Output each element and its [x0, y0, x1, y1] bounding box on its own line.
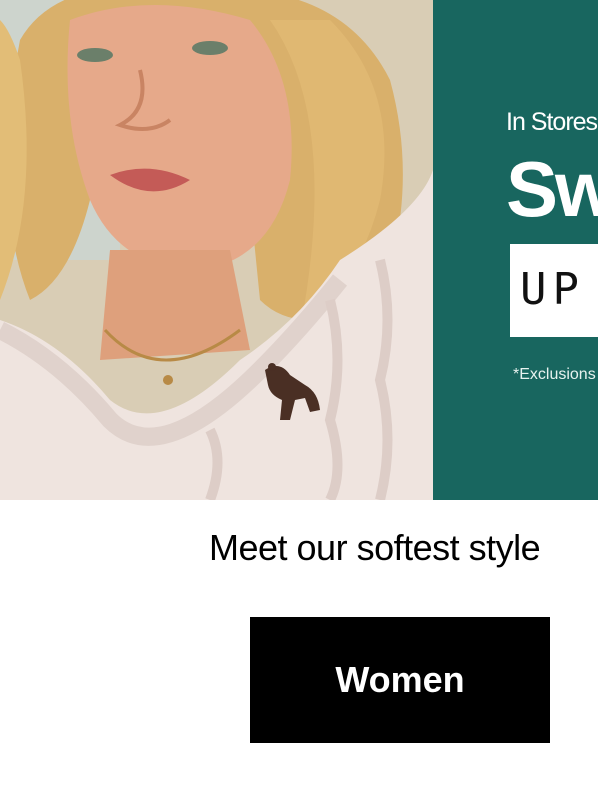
shop-women-button[interactable]: Women — [250, 617, 550, 743]
promo-fine-print: *Exclusions — [513, 366, 596, 383]
promo-offer-text: UP — [520, 264, 585, 315]
promo-offer-box: UP — [510, 244, 598, 337]
hero-photo — [0, 0, 433, 500]
model-illustration — [0, 0, 433, 500]
hero-banner[interactable]: In Stores Sw UP *Exclusions — [0, 0, 598, 500]
promo-eyebrow: In Stores — [506, 108, 598, 136]
section-tagline: Meet our softest style — [209, 527, 541, 568]
promo-headline: Sw — [506, 145, 598, 233]
promo-panel[interactable]: In Stores Sw UP *Exclusions — [433, 0, 598, 500]
